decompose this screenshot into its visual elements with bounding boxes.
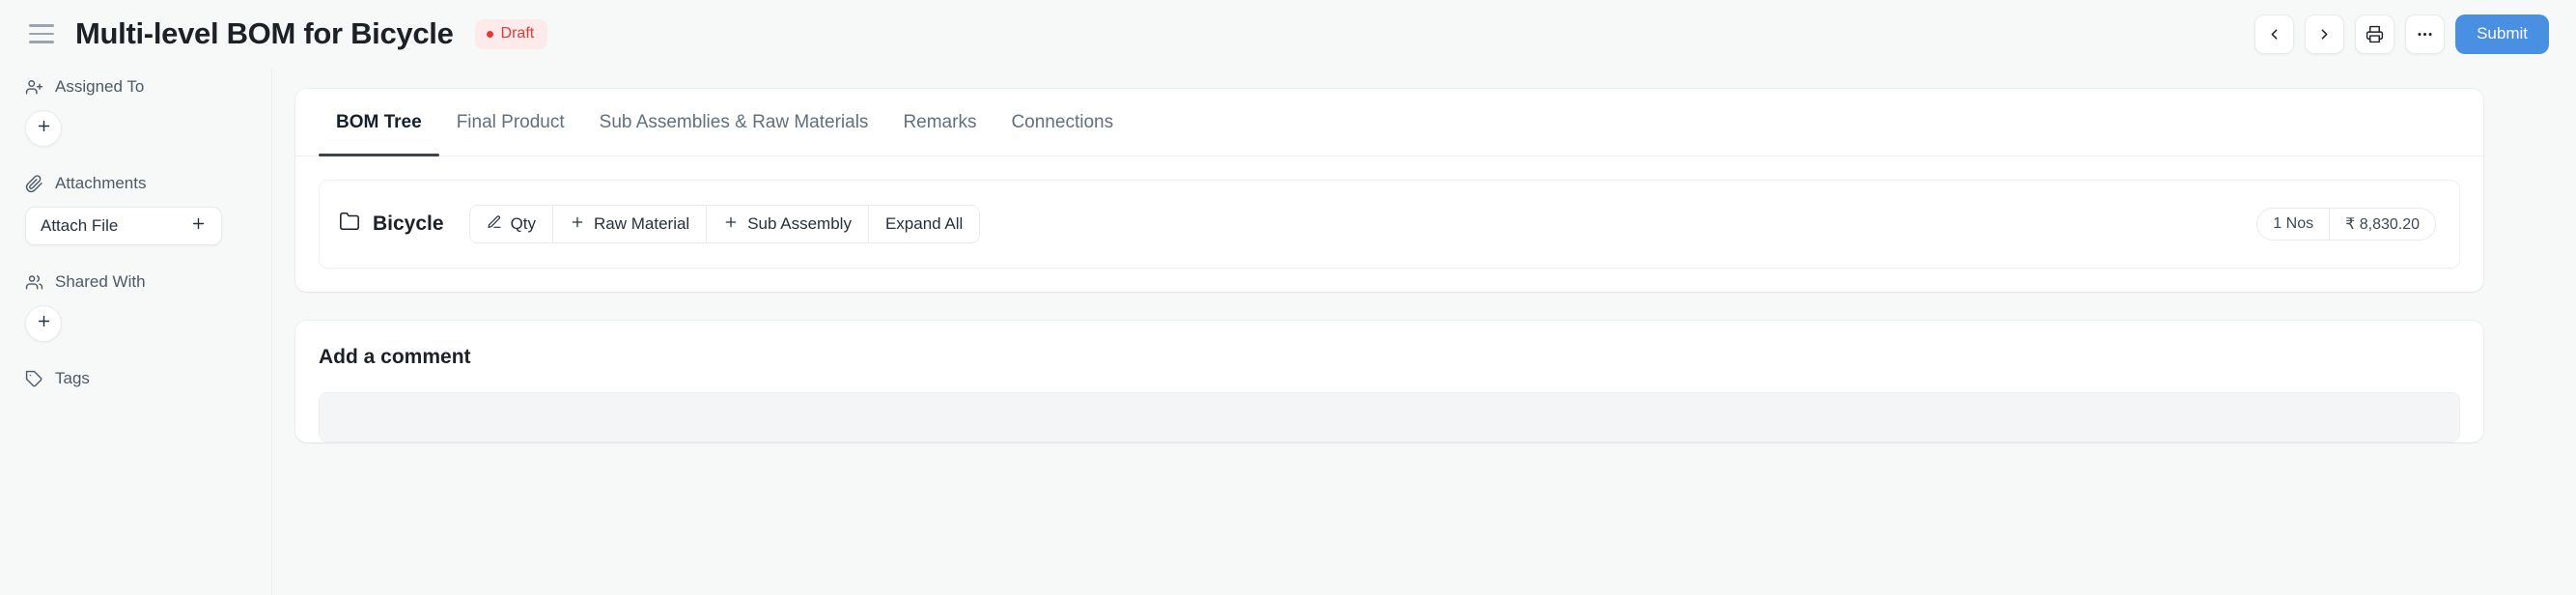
comment-input[interactable] [319, 392, 2460, 442]
tab-remarks[interactable]: Remarks [885, 89, 994, 156]
sidebar-label-attachments: Attachments [25, 174, 246, 193]
plus-icon [570, 214, 585, 235]
sidebar-section-attachments: Attachments Attach File [25, 174, 246, 245]
tab-label: Sub Assemblies & Raw Materials [599, 111, 869, 132]
sidebar-label-tags: Tags [25, 369, 246, 388]
main-content: BOM Tree Final Product Sub Assemblies & … [272, 68, 2576, 595]
header-actions: Submit [2254, 14, 2549, 54]
bom-node-quantity: 1 Nos [2257, 209, 2331, 240]
add-sub-assembly-button[interactable]: Sub Assembly [707, 206, 869, 242]
submit-button[interactable]: Submit [2455, 14, 2549, 54]
tab-label: Final Product [456, 111, 565, 132]
bom-node-amount: ₹ 8,830.20 [2345, 216, 2420, 233]
plus-icon [36, 313, 52, 334]
sidebar: Assigned To Attachments Attach File Shar… [0, 68, 272, 595]
add-assignee-button[interactable] [25, 110, 62, 147]
add-sub-assembly-label: Sub Assembly [747, 214, 852, 233]
tab-label: Remarks [903, 111, 977, 132]
sidebar-section-assigned-to: Assigned To [25, 77, 246, 147]
previous-document-button[interactable] [2254, 14, 2295, 54]
ellipsis-icon [2416, 25, 2434, 43]
tab-bar: BOM Tree Final Product Sub Assemblies & … [295, 89, 2483, 156]
sidebar-label-text: Tags [55, 369, 90, 387]
plus-icon [723, 214, 739, 235]
sidebar-label-text: Assigned To [55, 77, 145, 96]
tab-bom-tree[interactable]: BOM Tree [319, 89, 439, 156]
page-title: Multi-level BOM for Bicycle [75, 16, 454, 50]
folder-icon [339, 211, 360, 238]
hamburger-icon[interactable] [29, 21, 54, 46]
tab-label: BOM Tree [336, 111, 422, 132]
chevron-left-icon [2266, 26, 2282, 42]
expand-all-label: Expand All [884, 214, 964, 233]
plus-icon [36, 118, 52, 139]
printer-icon [2366, 25, 2384, 43]
bom-node-summary-pills: 1 Nos ₹ 8,830.20 [2256, 208, 2436, 241]
bom-tree-body: Bicycle Qty Raw Material Sub Assembly Ex… [295, 156, 2483, 292]
comment-card: Add a comment [295, 321, 2483, 442]
plus-icon [190, 215, 207, 237]
bom-node-summary: 1 Nos ₹ 8,830.20 [2256, 208, 2436, 241]
print-button[interactable] [2355, 14, 2395, 54]
next-document-button[interactable] [2305, 14, 2345, 54]
add-raw-material-label: Raw Material [594, 214, 690, 233]
sidebar-label-assigned-to: Assigned To [25, 77, 246, 97]
bom-node-actions: Qty Raw Material Sub Assembly Expand All [468, 205, 981, 243]
status-badge: Draft [474, 18, 548, 49]
page-header: Multi-level BOM for Bicycle Draft Submit [0, 0, 2576, 68]
expand-all-button[interactable]: Expand All [868, 206, 980, 242]
comment-section-title: Add a comment [319, 346, 471, 368]
bom-node[interactable]: Bicycle [339, 211, 444, 238]
bom-tree-row: Bicycle Qty Raw Material Sub Assembly Ex… [319, 180, 2460, 269]
tab-label: Connections [1011, 111, 1114, 132]
sidebar-section-tags: Tags [25, 369, 246, 388]
sidebar-label-text: Attachments [55, 174, 147, 192]
status-dot-icon [486, 30, 493, 38]
bom-tree-card: BOM Tree Final Product Sub Assemblies & … [295, 89, 2483, 292]
more-options-button[interactable] [2405, 14, 2446, 54]
sidebar-section-shared-with: Shared With [25, 272, 246, 342]
attach-file-button[interactable]: Attach File [25, 207, 222, 245]
edit-qty-button[interactable]: Qty [469, 206, 554, 242]
tab-sub-assemblies-raw-materials[interactable]: Sub Assemblies & Raw Materials [582, 89, 886, 156]
sidebar-label-shared-with: Shared With [25, 272, 246, 292]
pencil-icon [487, 214, 502, 235]
users-icon [25, 273, 43, 292]
add-raw-material-button[interactable]: Raw Material [553, 206, 708, 242]
chevron-right-icon [2316, 26, 2333, 42]
status-badge-label: Draft [500, 25, 535, 42]
tab-final-product[interactable]: Final Product [439, 89, 582, 156]
user-plus-icon [25, 78, 43, 97]
tag-icon [25, 370, 43, 388]
attach-file-label: Attach File [41, 216, 119, 235]
add-shared-user-button[interactable] [25, 305, 62, 342]
paperclip-icon [25, 174, 43, 193]
tab-connections[interactable]: Connections [994, 89, 1131, 156]
bom-node-label: Bicycle [373, 212, 444, 235]
edit-qty-label: Qty [510, 214, 537, 233]
sidebar-label-text: Shared With [55, 272, 146, 291]
